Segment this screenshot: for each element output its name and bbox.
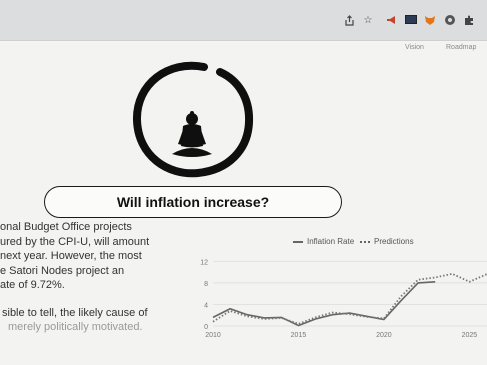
profile-icon[interactable] (443, 13, 457, 27)
megaphone-extension-icon[interactable] (385, 13, 399, 27)
y-tick-label: 4 (204, 302, 208, 309)
x-tick-label: 2020 (376, 332, 392, 339)
nav-link-roadmap[interactable]: Roadmap (446, 44, 476, 51)
y-tick-label: 12 (200, 259, 208, 266)
y-tick-label: 8 (204, 281, 208, 288)
paragraph-line: onal Budget Office projects (0, 221, 132, 233)
question-text: Will inflation increase? (116, 194, 270, 210)
paragraph-line: merely politically motivated. (8, 321, 143, 333)
paragraph-line: ured by the CPI-U, will amount (0, 235, 150, 248)
screen-extension-icon[interactable] (404, 13, 418, 27)
legend-label: Inflation Rate (307, 237, 355, 246)
legend-swatch-solid (293, 240, 303, 243)
prediction-paragraph: onal Budget Office projects ured by the … (0, 220, 185, 335)
fox-icon[interactable] (423, 13, 437, 27)
paragraph-line: e Satori Nodes project an (0, 264, 125, 277)
x-tick-label: 2015 (291, 332, 307, 339)
legend-item-predictions: Predictions (360, 237, 414, 246)
inflation-chart: 0 4 8 12 2010 2015 2020 2025 (200, 259, 487, 339)
inflation-rate-line (212, 281, 436, 327)
share-icon[interactable] (342, 13, 356, 27)
question-button[interactable]: Will inflation increase? (44, 186, 342, 218)
nav-link-vision[interactable]: Vision (405, 44, 424, 51)
star-icon[interactable]: ☆ (361, 13, 375, 27)
y-tick-label: 0 (204, 324, 208, 331)
legend-item-inflation: Inflation Rate (293, 237, 354, 246)
paragraph-line: ate of 9.72%. (0, 279, 65, 291)
legend-label: Predictions (374, 237, 414, 246)
x-tick-label: 2010 (205, 332, 221, 339)
meditation-logo-icon (132, 61, 254, 178)
paragraph-line: next year. However, the most (0, 250, 142, 262)
x-tick-label: 2025 (462, 332, 478, 339)
legend-swatch-dotted (360, 240, 370, 243)
browser-toolbar: ☆ (0, 0, 487, 41)
paragraph-line: sible to tell, the likely cause of (2, 306, 148, 319)
puzzle-icon[interactable] (462, 13, 476, 27)
